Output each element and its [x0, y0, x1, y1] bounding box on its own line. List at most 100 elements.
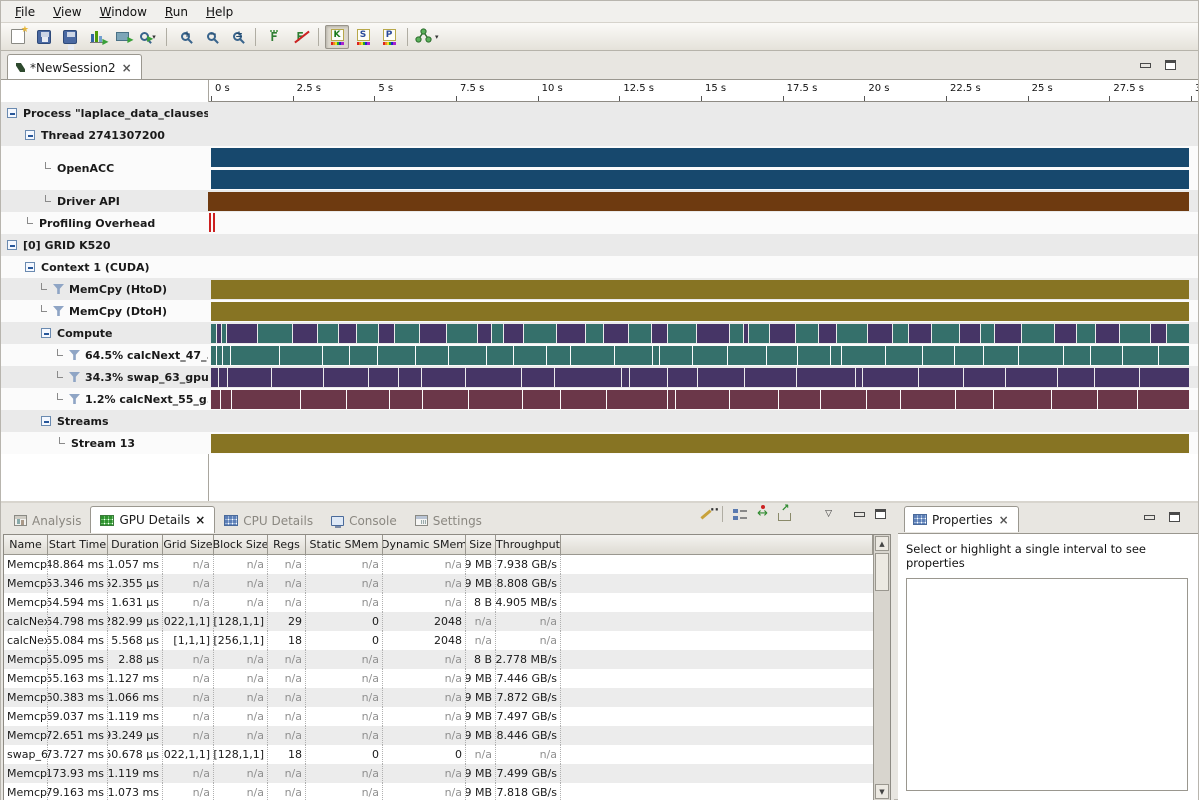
interval-bar[interactable]: [504, 324, 523, 343]
clear-marks-button[interactable]: F: [288, 25, 312, 49]
interval-bar[interactable]: [378, 346, 415, 365]
save-button[interactable]: [32, 25, 56, 49]
interval-bar[interactable]: [571, 346, 613, 365]
tree-label-compute[interactable]: Compute: [1, 322, 208, 344]
table-row[interactable]: Memcpy160.383 ms1.066 msn/an/an/an/an/a9…: [4, 688, 873, 707]
interval-bar[interactable]: [819, 324, 836, 343]
interval-bar[interactable]: [219, 368, 226, 387]
interval-bar[interactable]: [901, 390, 955, 409]
interval-bar[interactable]: [228, 368, 272, 387]
interval-bar[interactable]: [586, 324, 603, 343]
group-rows-icon[interactable]: [733, 508, 747, 520]
interval-bar[interactable]: [492, 324, 503, 343]
interval-bar[interactable]: [960, 324, 979, 343]
save-all-button[interactable]: [58, 25, 82, 49]
interval-bar[interactable]: [514, 346, 546, 365]
interval-bar[interactable]: [697, 324, 729, 343]
interval-bar[interactable]: [1077, 324, 1094, 343]
interval-bar[interactable]: [868, 324, 892, 343]
interval-bar[interactable]: [676, 390, 728, 409]
collapse-icon[interactable]: [41, 416, 51, 426]
dropdown-caret-icon[interactable]: ▾: [435, 33, 439, 41]
column-header-name[interactable]: Name: [4, 535, 48, 554]
interval-bar[interactable]: [211, 148, 1189, 167]
tree-label-memcpy-dtoh[interactable]: MemCpy (DtoH): [1, 300, 208, 322]
menu-item-file[interactable]: File: [7, 3, 43, 21]
interval-bar[interactable]: [369, 368, 398, 387]
interval-bar[interactable]: [420, 324, 446, 343]
interval-bar[interactable]: [223, 346, 230, 365]
maximize-icon[interactable]: [1165, 60, 1176, 70]
interval-bar[interactable]: [1091, 346, 1123, 365]
table-row[interactable]: Memcpy153.346 ms62.355 µsn/an/an/an/an/a…: [4, 574, 873, 593]
interval-bar[interactable]: [217, 346, 221, 365]
interval-bar[interactable]: [652, 324, 667, 343]
analysis-tree-button[interactable]: ▾: [414, 25, 440, 49]
table-row[interactable]: Memcpy148.864 ms1.057 msn/an/an/an/an/a9…: [4, 555, 873, 574]
run-analysis-menu-button[interactable]: ▾: [136, 25, 160, 49]
filter-funnel-icon[interactable]: [53, 284, 64, 294]
filter-funnel-icon[interactable]: [69, 372, 80, 382]
tree-label-context-1[interactable]: Context 1 (CUDA): [1, 256, 208, 278]
interval-bar[interactable]: [1138, 390, 1189, 409]
close-icon[interactable]: ×: [121, 61, 133, 75]
tab-settings[interactable]: Settings: [406, 508, 491, 533]
interval-bar[interactable]: [955, 346, 983, 365]
interval-bar[interactable]: [1019, 346, 1063, 365]
interval-bar[interactable]: [211, 434, 1189, 453]
table-row[interactable]: swap_63173.727 ms60.678 µs[1022,1,1][128…: [4, 745, 873, 764]
tab-cpu-details[interactable]: CPU Details: [215, 508, 322, 533]
interval-bar[interactable]: [730, 324, 743, 343]
interval-bar[interactable]: [523, 390, 560, 409]
interval-bar[interactable]: [222, 324, 226, 343]
interval-bar[interactable]: [919, 368, 963, 387]
tab-properties[interactable]: Properties ×: [904, 506, 1019, 532]
interval-bar[interactable]: [981, 324, 994, 343]
interval-bar[interactable]: [211, 346, 216, 365]
menu-item-run[interactable]: Run: [157, 3, 196, 21]
tree-label-grid-k520[interactable]: [0] GRID K520: [1, 234, 208, 256]
interval-bar[interactable]: [478, 324, 491, 343]
interval-bar[interactable]: [668, 368, 697, 387]
interval-bar[interactable]: [1058, 368, 1094, 387]
column-header-start-time[interactable]: Start Time: [48, 535, 108, 554]
interval-bar[interactable]: [744, 324, 748, 343]
column-header-dynamic-smem[interactable]: Dynamic SMem: [383, 535, 466, 554]
table-row[interactable]: calcNext155.084 ms5.568 µs[1,1,1][256,1,…: [4, 631, 873, 650]
export-icon[interactable]: [778, 513, 791, 521]
interval-bar[interactable]: [258, 324, 292, 343]
interval-bar[interactable]: [995, 324, 1021, 343]
interval-bar[interactable]: [867, 390, 900, 409]
column-header-throughput[interactable]: Throughput: [496, 535, 561, 554]
interval-bar[interactable]: [211, 324, 216, 343]
interval-bar[interactable]: [1096, 324, 1120, 343]
interval-bar[interactable]: [416, 346, 448, 365]
filter-funnel-icon[interactable]: [53, 306, 64, 316]
interval-bar[interactable]: [347, 390, 389, 409]
interval-bar[interactable]: [1055, 324, 1077, 343]
interval-bar[interactable]: [653, 346, 659, 365]
table-row[interactable]: Memcpy179.163 ms1.073 msn/an/an/an/an/a9…: [4, 783, 873, 800]
interval-bar[interactable]: [555, 368, 620, 387]
filter-funnel-icon[interactable]: [69, 394, 80, 404]
interval-bar[interactable]: [339, 324, 356, 343]
interval-bar[interactable]: [399, 368, 421, 387]
interval-bar[interactable]: [280, 346, 322, 365]
interval-bar[interactable]: [547, 346, 570, 365]
process-coloring-button[interactable]: P: [377, 25, 401, 49]
table-row[interactable]: Memcpy155.095 ms2.88 µsn/an/an/an/an/a8 …: [4, 650, 873, 669]
interval-bar[interactable]: [379, 324, 394, 343]
interval-bar[interactable]: [630, 368, 666, 387]
interval-bar[interactable]: [324, 368, 368, 387]
interval-bar[interactable]: [909, 324, 931, 343]
tree-label-kernel-calcnext55[interactable]: 1.2% calcNext_55_g...: [1, 388, 208, 410]
interval-bar[interactable]: [211, 170, 1189, 189]
interval-bar[interactable]: [932, 324, 960, 343]
interval-bar[interactable]: [749, 324, 768, 343]
vertical-scrollbar[interactable]: ▲ ▼: [873, 535, 890, 800]
interval-bar[interactable]: [293, 324, 317, 343]
interval-bar[interactable]: [211, 390, 220, 409]
interval-bar[interactable]: [994, 390, 1051, 409]
column-header-regs[interactable]: Regs: [268, 535, 306, 554]
filter-funnel-icon[interactable]: [69, 350, 80, 360]
